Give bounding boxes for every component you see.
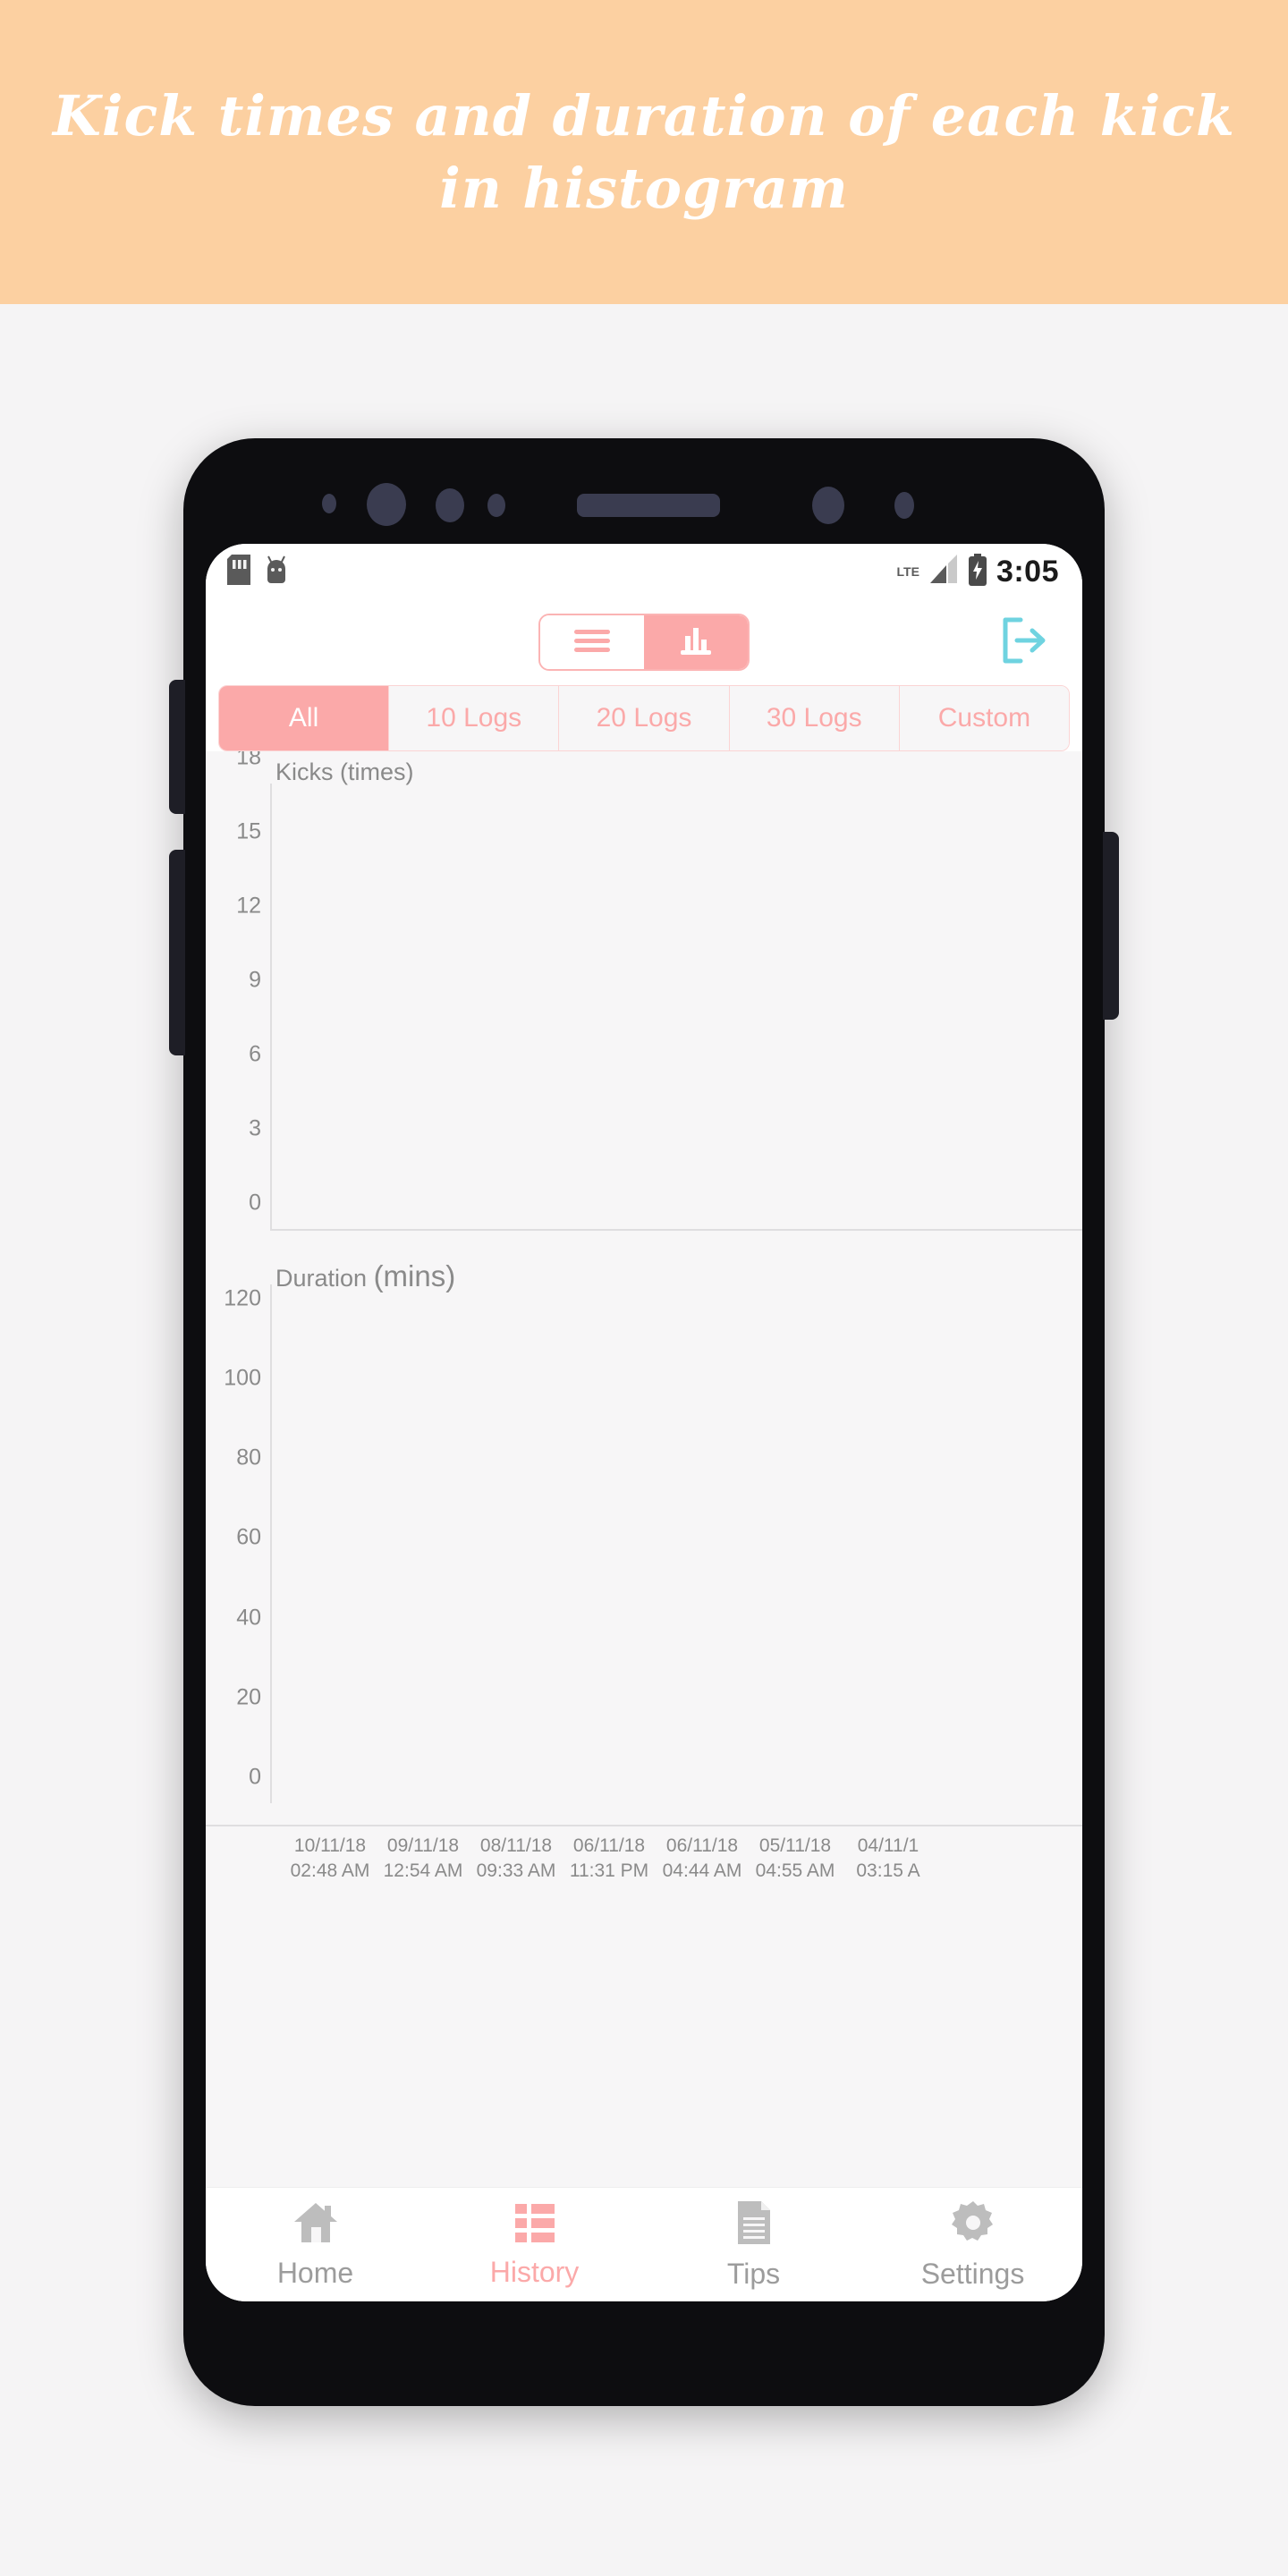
logout-icon — [997, 614, 1049, 671]
phone-button-volume-down[interactable] — [169, 850, 185, 1055]
network-type-label: LTE — [896, 564, 919, 579]
view-mode-segmented-control[interactable] — [538, 614, 750, 671]
phone-button-volume-up[interactable] — [169, 680, 185, 814]
duration-axis-title-text: Duration — [275, 1265, 374, 1292]
kicks-y-tick: 18 — [236, 751, 261, 770]
phone-stage: LTE 3:05 All 10 Logs 20 Logs 30 Logs Cus… — [0, 304, 1288, 2576]
filter-tab-30-logs[interactable]: 30 Logs — [729, 686, 900, 750]
android-icon — [263, 555, 290, 589]
list-view-toggle[interactable] — [540, 615, 644, 669]
kicks-axis-title: Kicks (times) — [275, 758, 414, 785]
phone-screen: LTE 3:05 All 10 Logs 20 Logs 30 Logs Cus… — [206, 544, 1082, 2301]
status-bar-clock: 3:05 — [996, 554, 1059, 589]
kicks-y-tick: 3 — [249, 1115, 261, 1141]
duration-chart: Duration (mins) 0 20 40 60 80 100 120 — [206, 1252, 1082, 1825]
sensor-dot-4 — [812, 487, 844, 524]
duration-plot-area: 0 20 40 60 80 100 120 — [224, 1284, 1082, 1803]
filter-tab-custom[interactable]: Custom — [899, 686, 1069, 750]
signal-bars-icon — [928, 554, 959, 589]
nav-item-tips[interactable]: Tips — [644, 2199, 863, 2291]
kicks-y-tick: 0 — [249, 1190, 261, 1216]
sensor-dot-2 — [436, 488, 464, 522]
sensor-dot-1 — [322, 494, 336, 513]
front-camera — [367, 483, 406, 526]
x-axis-labels: 10/11/18 02:48 AM 09/11/18 12:54 AM 08/11/18… — [206, 1825, 1082, 1902]
duration-y-tick: 0 — [249, 1764, 261, 1790]
nav-label-settings: Settings — [920, 2257, 1025, 2290]
kicks-plot-area: 0 3 6 9 12 15 18 — [236, 751, 1082, 1231]
filter-tab-all[interactable]: All — [219, 686, 390, 750]
nav-item-settings[interactable]: Settings — [863, 2199, 1082, 2291]
nav-label-history: History — [489, 2255, 580, 2288]
bottom-navigation[interactable]: Home History Tips Settings — [206, 2187, 1082, 2301]
duration-y-tick: 40 — [236, 1605, 261, 1631]
phone-button-power[interactable] — [1103, 832, 1119, 1020]
promo-headline-line1: Kick times and duration of each kick — [53, 82, 1235, 148]
phone-frame: LTE 3:05 All 10 Logs 20 Logs 30 Logs Cus… — [169, 438, 1119, 2406]
duration-y-tick: 100 — [224, 1365, 261, 1391]
nav-item-history[interactable]: History — [425, 2201, 644, 2289]
histogram-area: Kicks (times) 0 3 6 9 12 15 18 Duration (mins)… — [206, 751, 1082, 2187]
gear-icon — [950, 2199, 996, 2250]
kicks-y-tick: 6 — [249, 1041, 261, 1067]
kicks-y-tick: 12 — [236, 893, 261, 919]
nav-item-home[interactable]: Home — [206, 2200, 425, 2290]
status-bar-right: LTE 3:05 — [896, 553, 1059, 590]
x-axis-label-time: 03:15 A — [856, 1860, 920, 1882]
duration-y-tick: 80 — [236, 1445, 261, 1470]
battery-charging-icon — [968, 553, 987, 590]
nav-label-home: Home — [276, 2256, 354, 2289]
app-toolbar — [206, 599, 1082, 685]
home-icon — [292, 2200, 339, 2250]
sensor-dot-5 — [894, 492, 914, 519]
promo-headline-line2: in histogram — [439, 156, 849, 221]
list-view-icon — [572, 627, 612, 658]
duration-y-tick: 60 — [236, 1524, 261, 1550]
duration-y-tick: 120 — [224, 1285, 261, 1311]
filter-tab-10-logs[interactable]: 10 Logs — [389, 686, 560, 750]
x-axis-label: 04/11/1 03:15 A — [832, 1834, 945, 1902]
promo-banner: Kick times and duration of each kick in … — [0, 0, 1288, 304]
document-icon — [734, 2199, 774, 2250]
duration-axis-title: Duration (mins) — [275, 1259, 455, 1293]
list-icon — [513, 2201, 556, 2249]
kicks-y-tick: 9 — [249, 967, 261, 993]
bar-chart-icon — [677, 625, 715, 660]
duration-axis-title-unit: (mins) — [373, 1259, 456, 1292]
kicks-bars — [272, 784, 1082, 1229]
duration-bars — [272, 1284, 1082, 1803]
earpiece-speaker — [577, 494, 720, 517]
sensor-dot-3 — [487, 494, 505, 517]
kicks-y-tick: 15 — [236, 818, 261, 844]
logout-button[interactable] — [995, 614, 1052, 671]
nav-label-tips: Tips — [726, 2257, 781, 2290]
sdcard-icon — [227, 554, 250, 589]
filter-tab-20-logs[interactable]: 20 Logs — [559, 686, 730, 750]
status-bar: LTE 3:05 — [206, 544, 1082, 599]
status-bar-left — [227, 554, 290, 589]
x-axis-label-date: 04/11/1 — [857, 1835, 919, 1856]
chart-view-toggle[interactable] — [644, 615, 748, 669]
phone-top-bezel — [183, 438, 1105, 550]
kicks-chart: Kicks (times) 0 3 6 9 12 15 18 — [206, 751, 1082, 1252]
duration-y-tick: 20 — [236, 1684, 261, 1710]
log-range-filter-tabs[interactable]: All 10 Logs 20 Logs 30 Logs Custom — [218, 685, 1070, 751]
